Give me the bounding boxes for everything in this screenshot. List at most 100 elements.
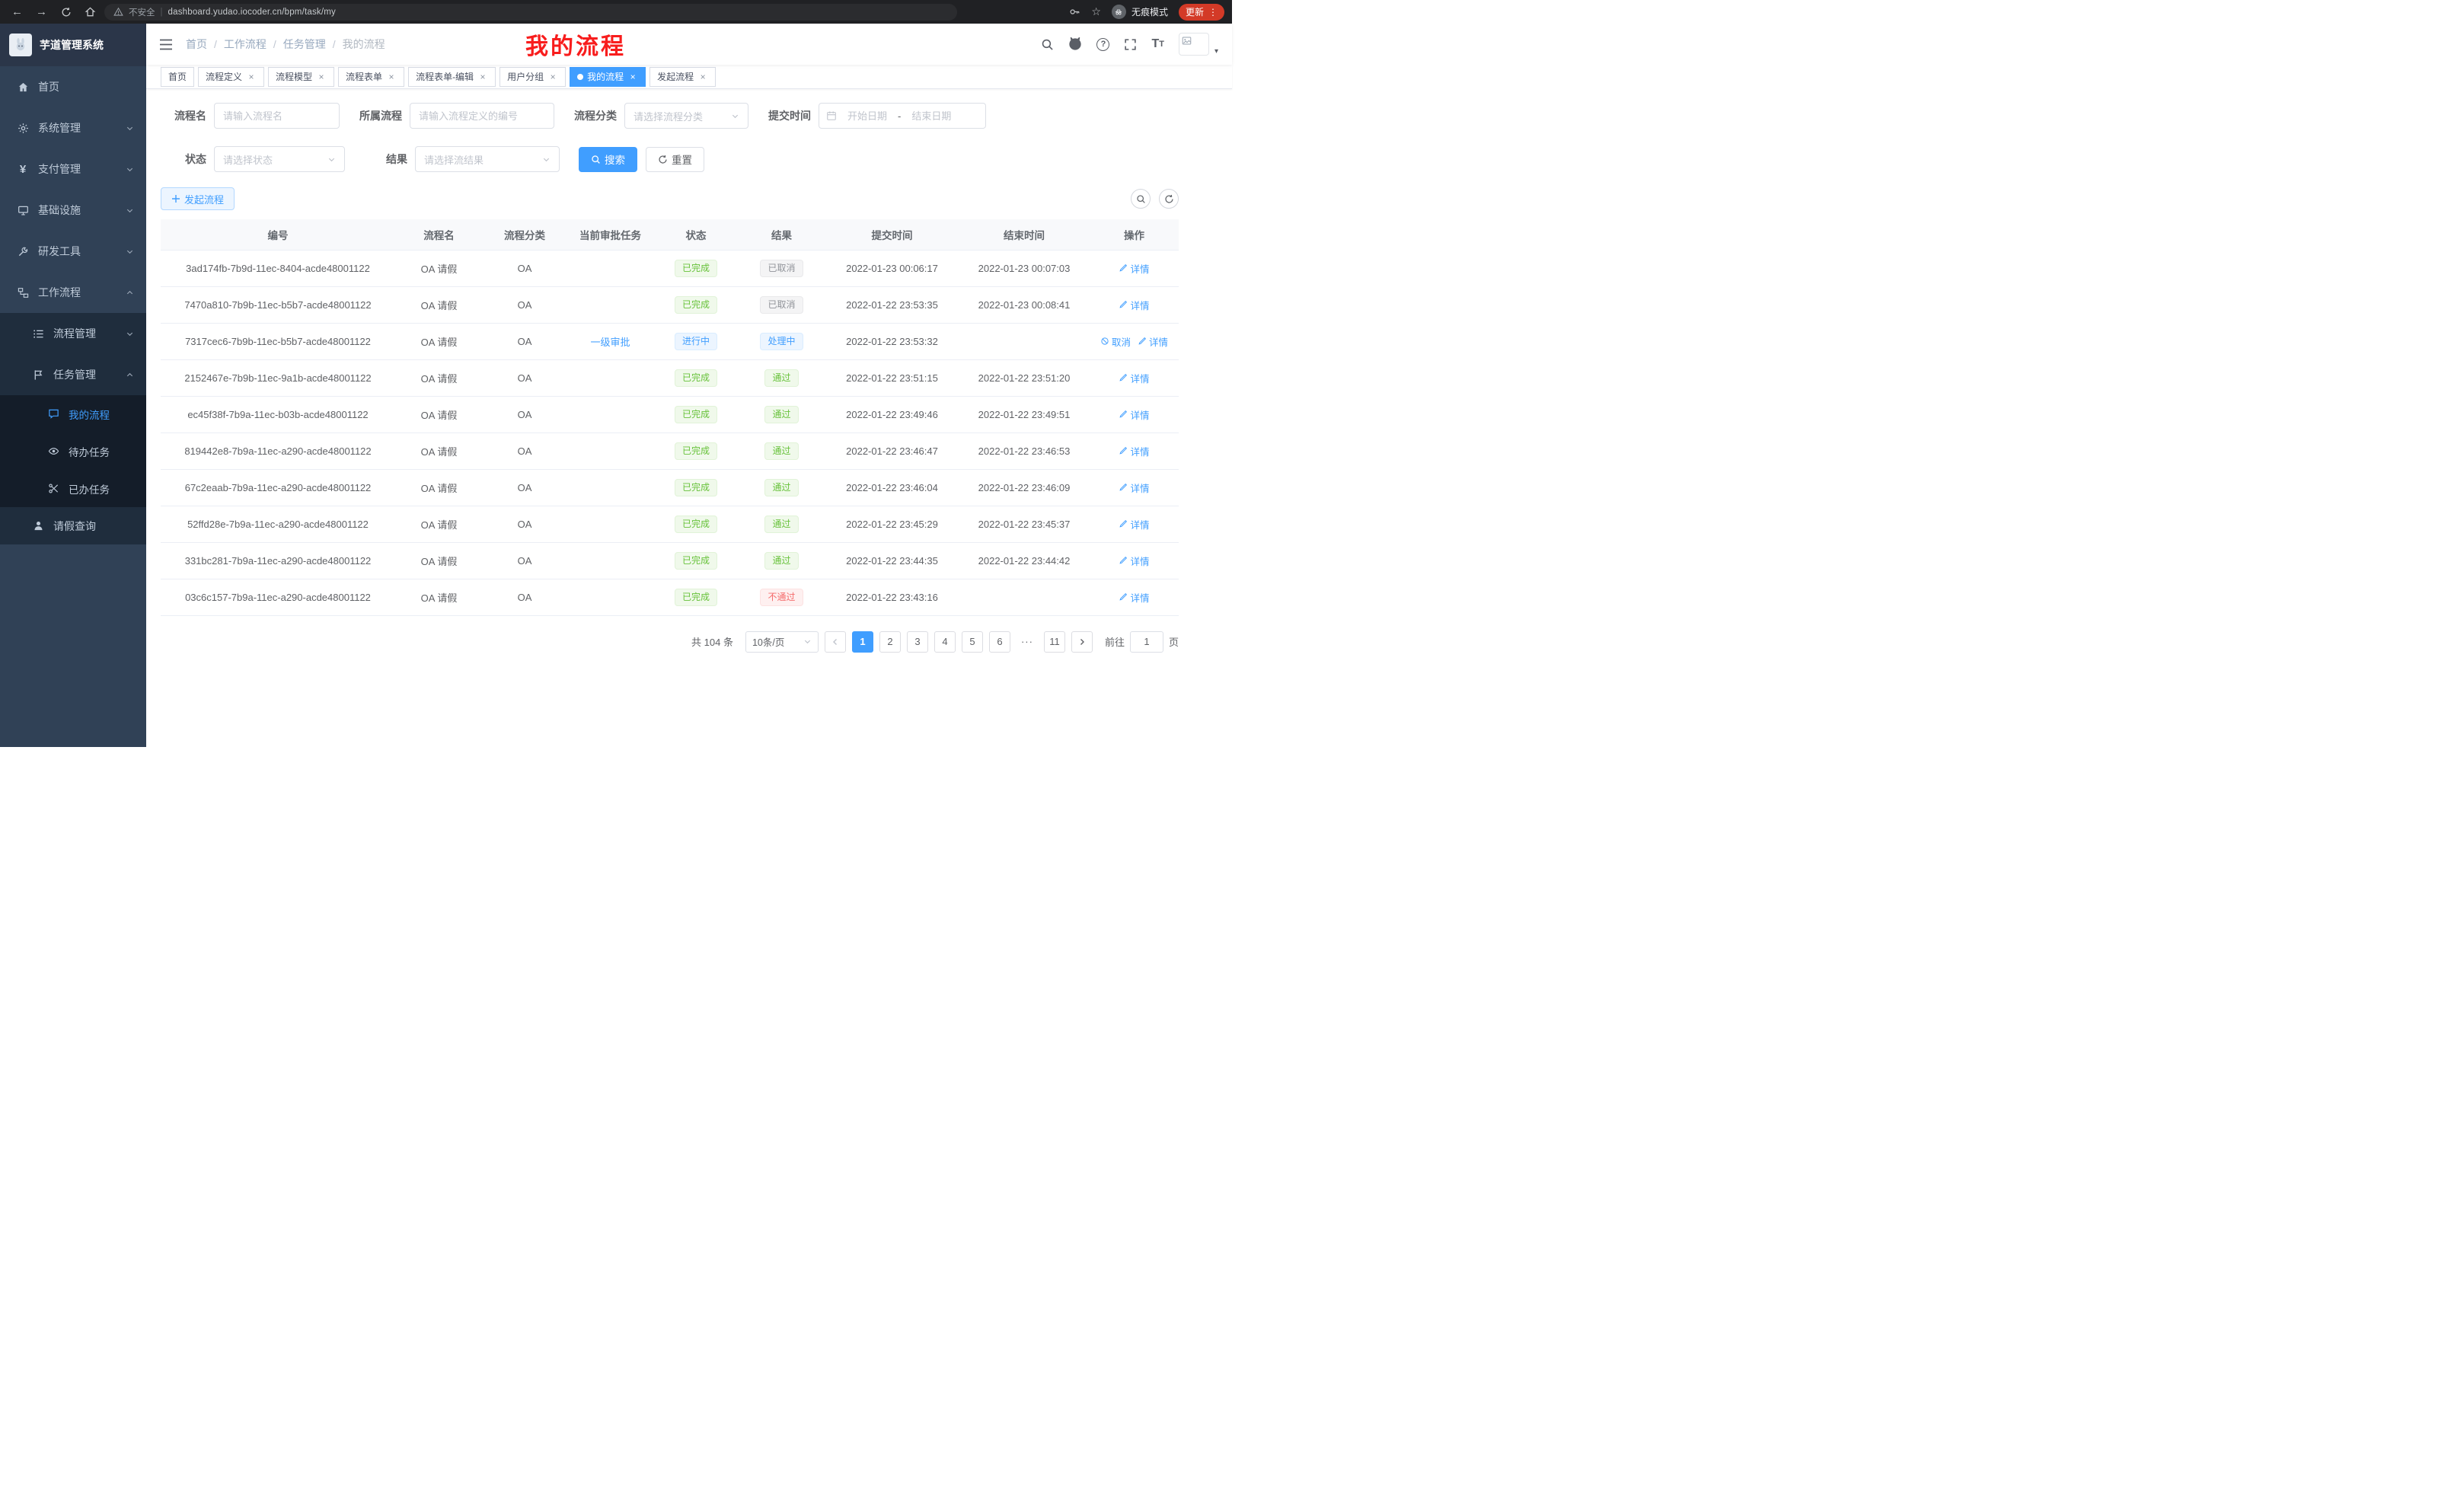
- tab-start-process[interactable]: 发起流程×: [650, 67, 716, 87]
- page-button-4[interactable]: 4: [934, 631, 956, 653]
- close-icon[interactable]: ×: [477, 72, 488, 82]
- page-button-6[interactable]: 6: [989, 631, 1010, 653]
- toggle-search-icon[interactable]: [1131, 189, 1151, 209]
- detail-link[interactable]: 详情: [1138, 334, 1168, 349]
- table-row: 2152467e-7b9b-11ec-9a1b-acde48001122 OA …: [161, 359, 1179, 396]
- detail-link[interactable]: 详情: [1119, 554, 1149, 568]
- sidebar-item-my-process[interactable]: 我的流程: [0, 395, 146, 433]
- tab-process-form[interactable]: 流程表单×: [338, 67, 404, 87]
- tab-home[interactable]: 首页: [161, 67, 194, 87]
- cell-category: OA: [483, 250, 567, 286]
- close-icon[interactable]: ×: [697, 72, 708, 82]
- font-size-icon[interactable]: TT: [1151, 38, 1164, 50]
- breadcrumb-task-management[interactable]: 任务管理: [267, 37, 326, 52]
- avatar[interactable]: [1179, 33, 1209, 56]
- page-button-1[interactable]: 1: [852, 631, 873, 653]
- result-badge: 通过: [764, 516, 798, 533]
- detail-link[interactable]: 详情: [1119, 517, 1149, 532]
- page-size-select[interactable]: 10条/页: [745, 631, 819, 653]
- process-name-input[interactable]: [214, 103, 340, 129]
- sidebar-item-home[interactable]: 首页: [0, 66, 146, 107]
- sidebar-item-workflow[interactable]: 工作流程: [0, 272, 146, 313]
- detail-link[interactable]: 详情: [1119, 407, 1149, 422]
- browser-update-button[interactable]: 更新 ⋮: [1179, 4, 1224, 21]
- page-button-5[interactable]: 5: [962, 631, 983, 653]
- detail-link[interactable]: 详情: [1119, 261, 1149, 276]
- refresh-table-icon[interactable]: [1159, 189, 1179, 209]
- sidebar-logo[interactable]: 芋道管理系统: [0, 24, 146, 66]
- close-icon[interactable]: ×: [386, 72, 397, 82]
- cell-end-time: [959, 323, 1090, 359]
- browser-reload-icon[interactable]: [59, 5, 72, 18]
- fullscreen-icon[interactable]: [1124, 38, 1137, 51]
- search-button[interactable]: 搜索: [579, 147, 637, 172]
- chevron-down-icon[interactable]: ▾: [1214, 47, 1218, 56]
- cell-id: 819442e8-7b9a-11ec-a290-acde48001122: [161, 433, 395, 469]
- tab-process-definition[interactable]: 流程定义×: [198, 67, 264, 87]
- date-range-picker[interactable]: -: [819, 103, 986, 129]
- sidebar-item-done-tasks[interactable]: 已办任务: [0, 470, 146, 507]
- breadcrumb-workflow[interactable]: 工作流程: [207, 37, 267, 52]
- sidebar-item-system[interactable]: 系统管理: [0, 107, 146, 148]
- sidebar-item-payment[interactable]: ¥ 支付管理: [0, 148, 146, 190]
- detail-link[interactable]: 详情: [1119, 371, 1149, 385]
- result-select[interactable]: 请选择流结果: [415, 146, 560, 172]
- detail-link[interactable]: 详情: [1119, 298, 1149, 312]
- browser-back-icon[interactable]: ←: [11, 5, 24, 18]
- parent-process-input[interactable]: [410, 103, 554, 129]
- end-date-input[interactable]: [904, 110, 959, 122]
- tab-process-model[interactable]: 流程模型×: [268, 67, 334, 87]
- detail-link[interactable]: 详情: [1119, 444, 1149, 458]
- page-button-11[interactable]: 11: [1044, 631, 1065, 653]
- sidebar-item-task-management[interactable]: 任务管理: [0, 354, 146, 395]
- close-icon[interactable]: ×: [547, 72, 558, 82]
- search-icon[interactable]: [1041, 38, 1054, 51]
- close-icon[interactable]: ×: [316, 72, 327, 82]
- sidebar-item-todo-tasks[interactable]: 待办任务: [0, 433, 146, 470]
- goto-page-input[interactable]: [1130, 631, 1163, 653]
- detail-link[interactable]: 详情: [1119, 590, 1149, 605]
- sidebar-item-label: 系统管理: [38, 120, 81, 136]
- browser-menu-icon[interactable]: ⋮: [1208, 8, 1218, 17]
- process-name-label: 流程名: [161, 108, 206, 123]
- close-icon[interactable]: ×: [246, 72, 257, 82]
- tab-my-process[interactable]: 我的流程×: [570, 67, 646, 87]
- detail-link[interactable]: 详情: [1119, 480, 1149, 495]
- wrench-icon: [17, 245, 29, 257]
- help-icon[interactable]: ?: [1096, 38, 1109, 51]
- browser-home-icon[interactable]: [84, 5, 97, 18]
- hamburger-icon[interactable]: [146, 24, 186, 65]
- prev-page-button[interactable]: [825, 631, 846, 653]
- start-process-button[interactable]: 发起流程: [161, 187, 235, 210]
- start-date-input[interactable]: [840, 110, 895, 122]
- current-task-link[interactable]: 一级审批: [590, 337, 630, 348]
- goto-unit: 页: [1169, 634, 1179, 649]
- chevron-down-icon: [126, 124, 134, 132]
- tab-user-group[interactable]: 用户分组×: [500, 67, 566, 87]
- category-label: 流程分类: [573, 108, 617, 123]
- browser-forward-icon[interactable]: →: [35, 5, 48, 18]
- github-icon[interactable]: [1068, 37, 1082, 51]
- tab-process-form-edit[interactable]: 流程表单-编辑×: [408, 67, 496, 87]
- status-badge: 已完成: [675, 260, 717, 277]
- sidebar-item-infra[interactable]: 基础设施: [0, 190, 146, 231]
- reset-button[interactable]: 重置: [646, 147, 704, 172]
- status-select[interactable]: 请选择状态: [214, 146, 345, 172]
- page-button-2[interactable]: 2: [879, 631, 901, 653]
- cell-id: 2152467e-7b9b-11ec-9a1b-acde48001122: [161, 359, 395, 396]
- next-page-button[interactable]: [1071, 631, 1093, 653]
- bookmark-star-icon[interactable]: ☆: [1091, 5, 1101, 18]
- breadcrumb-home[interactable]: 首页: [186, 37, 207, 52]
- close-icon[interactable]: ×: [627, 72, 638, 82]
- sidebar-item-process-management[interactable]: 流程管理: [0, 313, 146, 354]
- cancel-link[interactable]: 取消: [1100, 334, 1131, 349]
- sidebar-item-leave-query[interactable]: 请假查询: [0, 507, 146, 544]
- password-key-icon[interactable]: [1069, 6, 1080, 18]
- table-header-row: 编号 流程名 流程分类 当前审批任务 状态 结果 提交时间 结束时间 操作: [161, 219, 1179, 250]
- more-pages-icon[interactable]: ···: [1017, 631, 1038, 653]
- sidebar-item-devtools[interactable]: 研发工具: [0, 231, 146, 272]
- category-select[interactable]: 请选择流程分类: [624, 103, 748, 129]
- page-button-3[interactable]: 3: [907, 631, 928, 653]
- address-bar[interactable]: 不安全 | dashboard.yudao.iocoder.cn/bpm/tas…: [104, 4, 957, 21]
- calendar-icon: [826, 110, 837, 121]
